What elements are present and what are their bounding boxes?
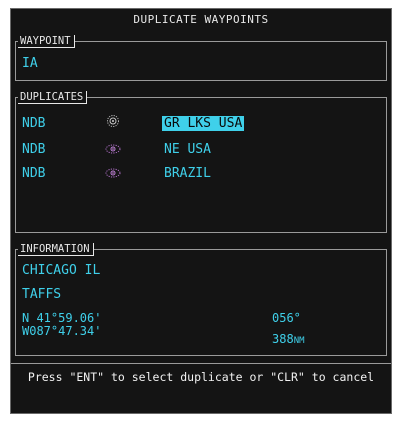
- ndb-icon: [107, 115, 119, 127]
- duplicates-panel: DUPLICATES NDB GR LKS USA NDB NE USA NDB…: [15, 91, 387, 233]
- info-distance-unit: NM: [293, 336, 305, 346]
- info-distance: 388NM: [272, 332, 305, 346]
- ndb-icon: [105, 168, 121, 178]
- window-title: DUPLICATE WAYPOINTS: [133, 13, 269, 26]
- duplicate-waypoints-window: DUPLICATE WAYPOINTS WAYPOINT IA DUPLICAT…: [10, 8, 392, 414]
- waypoint-panel: WAYPOINT IA: [15, 35, 387, 81]
- info-bearing: 056°: [272, 311, 301, 325]
- duplicate-type: NDB: [22, 142, 46, 157]
- ndb-icon: [105, 144, 121, 154]
- waypoint-panel-label: WAYPOINT: [18, 35, 75, 48]
- info-city: CHICAGO IL: [22, 263, 101, 278]
- duplicate-row[interactable]: NDB BRAZIL: [16, 164, 386, 184]
- info-latitude: N 41°59.06': [22, 311, 102, 325]
- screen: DUPLICATE WAYPOINTS WAYPOINT IA DUPLICAT…: [0, 0, 401, 427]
- duplicate-type: NDB: [22, 116, 46, 131]
- information-panel-label: INFORMATION: [18, 243, 94, 256]
- duplicate-location: NE USA: [164, 142, 211, 157]
- duplicates-panel-label: DUPLICATES: [18, 91, 88, 104]
- duplicate-row[interactable]: NDB NE USA: [16, 140, 386, 160]
- duplicate-location: GR LKS USA: [162, 116, 245, 131]
- footer-instructions: Press "ENT" to select duplicate or "CLR"…: [27, 370, 375, 384]
- duplicate-row[interactable]: NDB GR LKS USA: [16, 114, 386, 134]
- footer-divider: [11, 363, 391, 364]
- duplicate-type: NDB: [22, 166, 46, 181]
- information-panel: INFORMATION CHICAGO IL TAFFS N 41°59.06'…: [15, 243, 387, 356]
- info-facility-name: TAFFS: [22, 287, 62, 302]
- info-distance-value: 388: [272, 332, 294, 346]
- duplicate-location: BRAZIL: [164, 166, 211, 181]
- info-longitude: W087°47.34': [22, 324, 102, 338]
- selected-location-highlight: GR LKS USA: [162, 116, 245, 131]
- waypoint-identifier[interactable]: IA: [22, 56, 38, 71]
